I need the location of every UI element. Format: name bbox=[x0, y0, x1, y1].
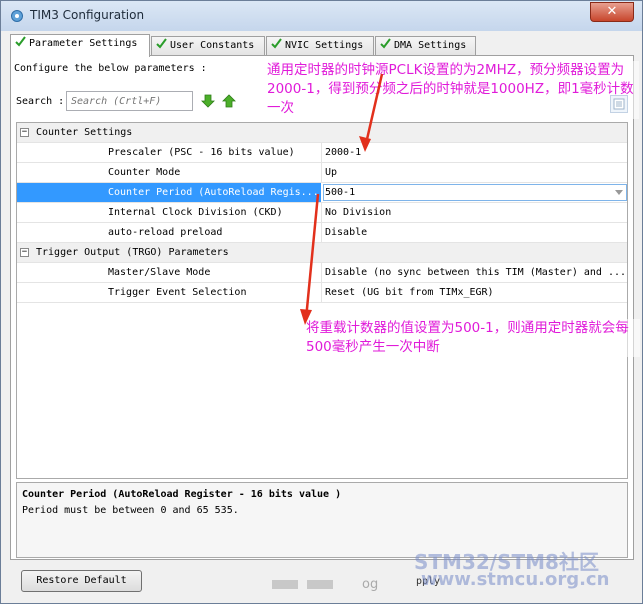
tab-nvic-settings[interactable]: NVIC Settings bbox=[266, 36, 374, 56]
check-icon bbox=[380, 38, 391, 49]
search-label: Search : bbox=[16, 96, 65, 107]
table-row[interactable]: Prescaler (PSC - 16 bits value) 2000-1 bbox=[17, 143, 627, 163]
param-name: Prescaler (PSC - 16 bits value) bbox=[108, 147, 295, 158]
parameter-settings-panel: Configure the below parameters : Search … bbox=[10, 55, 634, 560]
tab-label: NVIC Settings bbox=[285, 40, 364, 51]
gear-icon bbox=[11, 10, 23, 22]
tab-label: Parameter Settings bbox=[29, 38, 138, 49]
category-trigger-output[interactable]: − Trigger Output (TRGO) Parameters bbox=[17, 243, 627, 263]
annotation-period-note: 将重载计数器的值设置为500-1，则通用定时器就会每500毫秒产生一次中断 bbox=[306, 319, 640, 357]
param-name: Counter Mode bbox=[108, 167, 181, 178]
tab-parameter-settings[interactable]: Parameter Settings bbox=[10, 34, 150, 57]
search-input[interactable] bbox=[66, 91, 193, 111]
collapse-icon[interactable]: − bbox=[20, 248, 29, 257]
annotation-prescaler-note: 通用定时器的时钟源PCLK设置的为2MHZ，预分频器设置为2000-1，得到预分… bbox=[267, 61, 639, 119]
param-value[interactable]: Disable bbox=[325, 227, 367, 238]
restore-default-button[interactable]: Restore Default bbox=[21, 570, 142, 592]
param-value[interactable]: No Division bbox=[325, 207, 391, 218]
param-value[interactable]: 2000-1 bbox=[325, 147, 361, 158]
configure-label: Configure the below parameters : bbox=[14, 63, 207, 74]
param-name: auto-reload preload bbox=[108, 227, 223, 238]
table-row[interactable]: Master/Slave Mode Disable (no sync betwe… bbox=[17, 263, 627, 283]
param-value[interactable]: Reset (UG bit from TIMx_EGR) bbox=[325, 287, 494, 298]
tab-label: DMA Settings bbox=[394, 40, 467, 51]
check-icon bbox=[271, 38, 282, 49]
chevron-down-icon[interactable] bbox=[615, 190, 623, 195]
param-name: Counter Period (AutoReload Regis... bbox=[108, 187, 319, 198]
param-name: Trigger Event Selection bbox=[108, 287, 247, 298]
tab-dma-settings[interactable]: DMA Settings bbox=[375, 36, 476, 56]
category-label: Counter Settings bbox=[36, 127, 133, 138]
table-row[interactable]: auto-reload preload Disable bbox=[17, 223, 627, 243]
param-name: Internal Clock Division (CKD) bbox=[108, 207, 283, 218]
check-icon bbox=[156, 38, 167, 49]
table-row[interactable]: Internal Clock Division (CKD) No Divisio… bbox=[17, 203, 627, 223]
parameter-grid: − Counter Settings Prescaler (PSC - 16 b… bbox=[16, 122, 628, 479]
watermark-url: www.stmcu.org.cn bbox=[421, 569, 610, 590]
table-row[interactable]: Trigger Event Selection Reset (UG bit fr… bbox=[17, 283, 627, 303]
category-label: Trigger Output (TRGO) Parameters bbox=[36, 247, 229, 258]
table-row[interactable]: Counter Mode Up bbox=[17, 163, 627, 183]
window-title: TIM3 Configuration bbox=[30, 8, 145, 22]
tab-user-constants[interactable]: User Constants bbox=[151, 36, 265, 56]
tab-label: User Constants bbox=[170, 40, 255, 51]
category-counter-settings[interactable]: − Counter Settings bbox=[17, 123, 627, 143]
og-button-fragment[interactable]: og bbox=[362, 577, 378, 592]
param-value[interactable]: Up bbox=[325, 167, 337, 178]
arrow-down-icon[interactable] bbox=[201, 94, 215, 108]
arrow-up-icon[interactable] bbox=[222, 94, 236, 108]
collapse-icon[interactable]: − bbox=[20, 128, 29, 137]
description-text: Period must be between 0 and 65 535. bbox=[22, 505, 239, 516]
close-button[interactable]: ✕ bbox=[590, 2, 634, 22]
param-value-combobox[interactable] bbox=[323, 184, 627, 201]
param-name: Master/Slave Mode bbox=[108, 267, 211, 278]
param-value[interactable]: 500-1 bbox=[325, 187, 355, 198]
description-title: Counter Period (AutoReload Register - 16… bbox=[22, 489, 342, 500]
table-row-selected[interactable]: Counter Period (AutoReload Regis... 500-… bbox=[17, 183, 627, 203]
title-bar: TIM3 Configuration ✕ bbox=[1, 1, 642, 31]
check-icon bbox=[15, 36, 26, 47]
param-value[interactable]: Disable (no sync between this TIM (Maste… bbox=[325, 267, 626, 278]
tim3-configuration-window: TIM3 Configuration ✕ Parameter Settings … bbox=[0, 0, 643, 604]
